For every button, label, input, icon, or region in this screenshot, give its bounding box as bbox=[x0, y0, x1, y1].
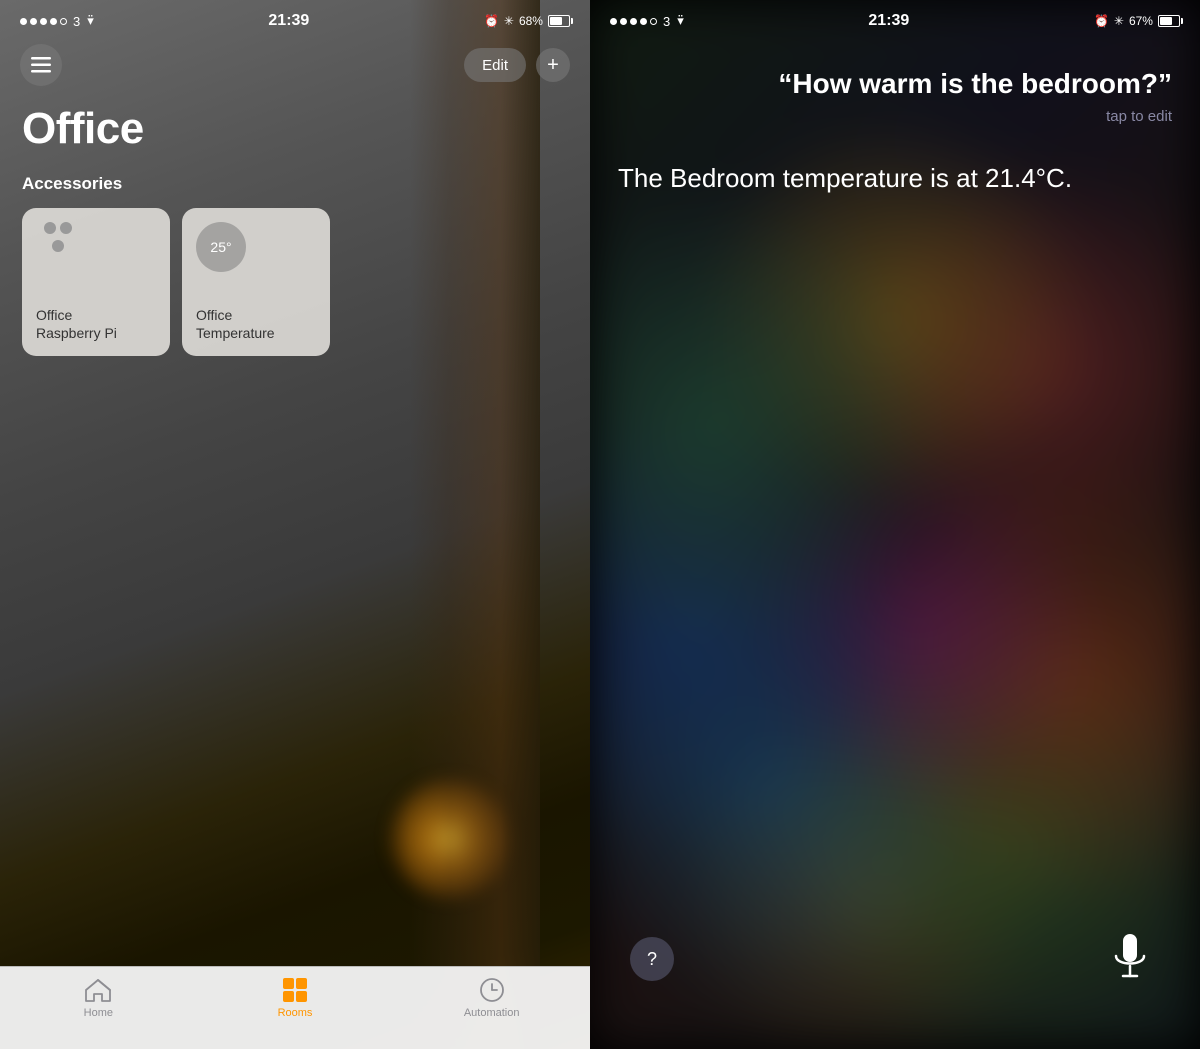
wifi-icon: ▾̈ bbox=[87, 13, 94, 29]
tab-bar: Home Rooms Automation bbox=[0, 966, 590, 1049]
top-bar-right: Edit + bbox=[464, 48, 570, 82]
siri-bottom-controls: ? bbox=[590, 929, 1200, 989]
temp-badge: 25° bbox=[196, 222, 246, 272]
left-phone: 3 ▾̈ 21:39 ⏰ ✳ 68% Edit bbox=[0, 0, 590, 1049]
home-icon bbox=[84, 977, 112, 1003]
carrier-label-right: 3 bbox=[663, 14, 670, 29]
signal-dot-r1 bbox=[610, 18, 617, 25]
bluetooth-icon: ✳ bbox=[504, 14, 514, 28]
rpi-circle-1 bbox=[44, 222, 56, 234]
tab-home[interactable]: Home bbox=[0, 977, 197, 1019]
signal-dot-r5 bbox=[650, 18, 657, 25]
list-button[interactable] bbox=[20, 44, 62, 86]
siri-response: The Bedroom temperature is at 21.4°C. bbox=[618, 160, 1078, 196]
battery-icon-right bbox=[1158, 15, 1180, 27]
battery-pct-left: 68% bbox=[519, 14, 543, 28]
time-left: 21:39 bbox=[268, 12, 309, 30]
temp-icon-area: 25° bbox=[196, 222, 316, 272]
alarm-icon: ⏰ bbox=[484, 14, 499, 28]
tap-to-edit[interactable]: tap to edit bbox=[618, 108, 1172, 125]
siri-help-button[interactable]: ? bbox=[630, 937, 674, 981]
status-bar-right: 3 ▾̈ 21:39 ⏰ ✳ 67% bbox=[590, 0, 1200, 36]
battery-pct-right: 67% bbox=[1129, 14, 1153, 28]
signal-dot-3 bbox=[40, 18, 47, 25]
battery-fill bbox=[550, 17, 562, 25]
battery-body bbox=[548, 15, 570, 27]
add-button[interactable]: + bbox=[536, 48, 570, 82]
rpi-tile-label: OfficeRaspberry Pi bbox=[36, 306, 156, 342]
microphone-icon bbox=[1112, 934, 1148, 984]
bluetooth-icon-right: ✳ bbox=[1114, 14, 1124, 28]
time-right: 21:39 bbox=[868, 12, 909, 30]
accessories-label: Accessories bbox=[22, 174, 568, 194]
automation-icon bbox=[479, 977, 505, 1003]
room-title: Office bbox=[0, 94, 590, 174]
accessories-grid: OfficeRaspberry Pi 25° OfficeTemperature bbox=[22, 208, 568, 356]
rpi-circle-3 bbox=[52, 240, 64, 252]
signal-dots bbox=[20, 18, 67, 25]
rpi-icon-area bbox=[36, 222, 156, 262]
top-bar: Edit + bbox=[0, 36, 590, 94]
carrier-label: 3 bbox=[73, 14, 80, 29]
temp-tile-label: OfficeTemperature bbox=[196, 306, 316, 342]
tab-automation[interactable]: Automation bbox=[393, 977, 590, 1019]
wifi-icon-right: ▾̈ bbox=[677, 13, 684, 29]
status-right-group-right: ⏰ ✳ 67% bbox=[1094, 14, 1180, 28]
signal-dot-r4 bbox=[640, 18, 647, 25]
siri-content: “How warm is the bedroom?” tap to edit T… bbox=[590, 36, 1200, 197]
siri-mic-button[interactable] bbox=[1100, 929, 1160, 989]
siri-query: “How warm is the bedroom?” bbox=[618, 66, 1172, 102]
tab-automation-label: Automation bbox=[464, 1007, 520, 1019]
status-right-group: ⏰ ✳ 68% bbox=[484, 14, 570, 28]
tab-home-label: Home bbox=[84, 1007, 113, 1019]
raspberry-pi-tile[interactable]: OfficeRaspberry Pi bbox=[22, 208, 170, 356]
signal-group-right: 3 ▾̈ bbox=[610, 13, 684, 29]
signal-dot-r2 bbox=[620, 18, 627, 25]
alarm-icon-right: ⏰ bbox=[1094, 14, 1109, 28]
rpi-icon bbox=[36, 222, 80, 262]
signal-dots-right bbox=[610, 18, 657, 25]
battery-icon-left bbox=[548, 15, 570, 27]
battery-fill-right bbox=[1160, 17, 1172, 25]
rpi-circle-2 bbox=[60, 222, 72, 234]
edit-button[interactable]: Edit bbox=[464, 48, 526, 82]
tab-rooms-label: Rooms bbox=[278, 1007, 313, 1019]
signal-dot-2 bbox=[30, 18, 37, 25]
signal-dot-r3 bbox=[630, 18, 637, 25]
rooms-icon bbox=[282, 977, 308, 1003]
battery-body-right bbox=[1158, 15, 1180, 27]
status-bar-left: 3 ▾̈ 21:39 ⏰ ✳ 68% bbox=[0, 0, 590, 36]
temp-value: 25° bbox=[210, 239, 231, 255]
signal-dot-1 bbox=[20, 18, 27, 25]
accessories-section: Accessories OfficeRaspberry Pi 25° bbox=[0, 174, 590, 356]
signal-dot-4 bbox=[50, 18, 57, 25]
signal-dot-5 bbox=[60, 18, 67, 25]
signal-group: 3 ▾̈ bbox=[20, 13, 94, 29]
right-phone: 3 ▾̈ 21:39 ⏰ ✳ 67% “How warm is the bedr… bbox=[590, 0, 1200, 1049]
temperature-tile[interactable]: 25° OfficeTemperature bbox=[182, 208, 330, 356]
list-icon bbox=[31, 57, 51, 73]
tab-rooms[interactable]: Rooms bbox=[197, 977, 394, 1019]
